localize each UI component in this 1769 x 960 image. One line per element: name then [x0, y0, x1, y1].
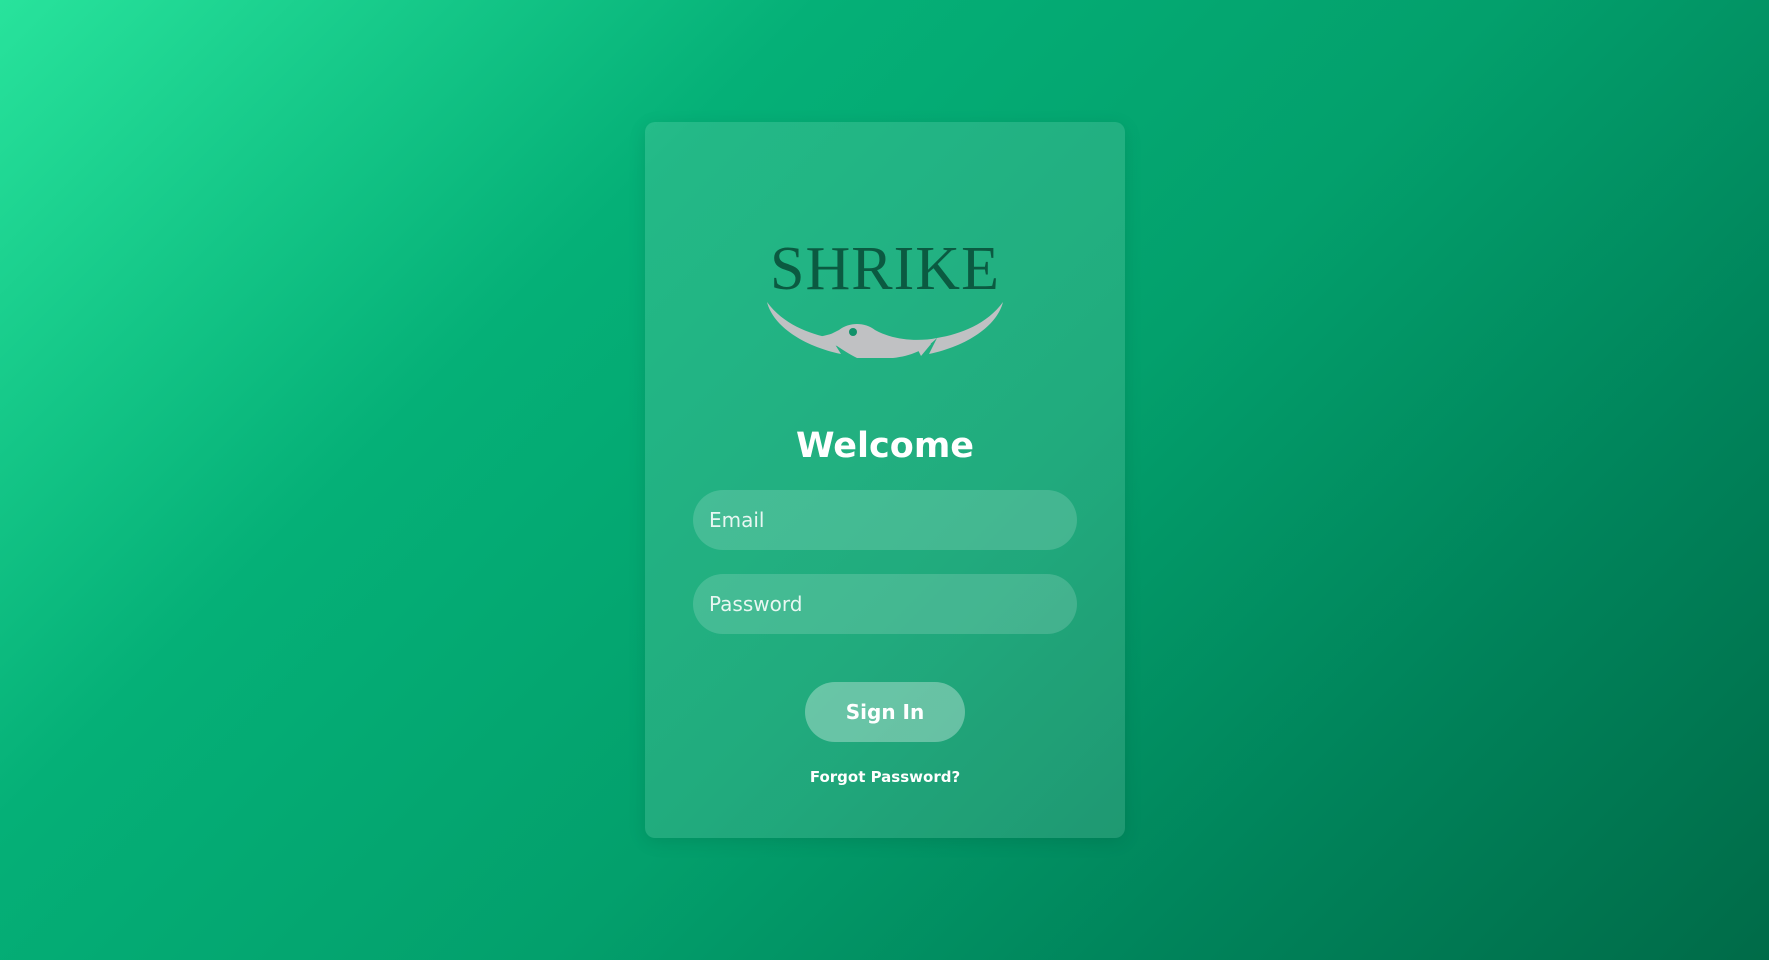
welcome-heading: Welcome	[795, 426, 975, 466]
logo-wordmark: SHRIKE	[770, 235, 1000, 303]
forgot-password-link[interactable]: Forgot Password?	[645, 768, 1125, 786]
login-card: SHRIKE Welcome Sign In Forgot Password?	[645, 122, 1125, 838]
email-field[interactable]	[693, 490, 1077, 550]
login-page: SHRIKE Welcome Sign In Forgot Password?	[0, 0, 1769, 960]
bird-icon	[767, 302, 1003, 358]
password-field[interactable]	[693, 574, 1077, 634]
sign-in-button[interactable]: Sign In	[805, 682, 965, 742]
shrike-logo: SHRIKE	[765, 234, 1005, 362]
